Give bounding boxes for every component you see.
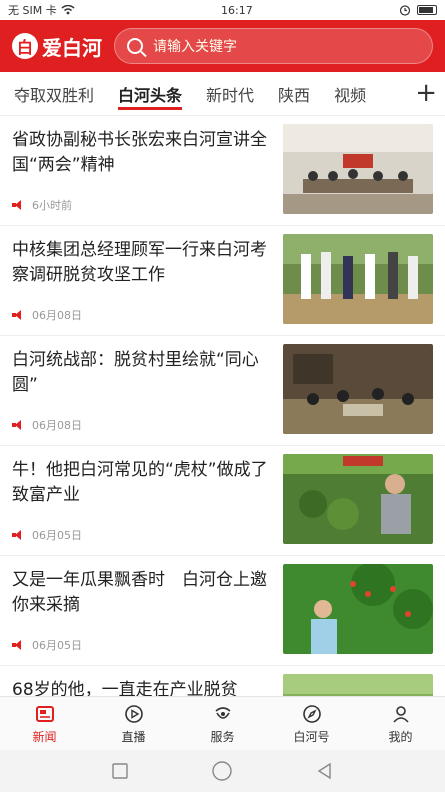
- news-title[interactable]: 白河统战部：脱贫村里绘就“同心圆”: [12, 348, 274, 398]
- news-item[interactable]: 又是一年瓜果飘香时 白河仓上邀你来采摘 06月05日: [0, 556, 445, 666]
- add-channel-plus-icon[interactable]: +: [415, 80, 437, 106]
- channel-tabs: 夺取双胜利 白河头条 新时代 陕西 视频 +: [0, 72, 445, 116]
- app-header: 白 爱白河 请输入关键字: [0, 20, 445, 72]
- village-meeting-photo[interactable]: [283, 344, 433, 434]
- live-icon: [124, 704, 143, 723]
- news-title[interactable]: 省政协副秘书长张宏来白河宣讲全国“两会”精神: [12, 128, 274, 178]
- compass-icon: [302, 704, 321, 723]
- tab-service-label: 服务: [210, 729, 235, 744]
- search-icon: [127, 38, 143, 54]
- news-time: 6小时前: [32, 199, 72, 212]
- tab-profile-label: 我的: [388, 729, 413, 744]
- news-meta: 06月05日: [12, 527, 82, 543]
- news-item[interactable]: 中核集团总经理顾军一行来白河考察调研脱贫攻坚工作 06月08日: [0, 226, 445, 336]
- news-time: 06月08日: [32, 419, 82, 432]
- home-circle-icon[interactable]: [211, 760, 233, 782]
- tab-service[interactable]: 服务: [178, 697, 267, 750]
- news-item[interactable]: 省政协副秘书长张宏来白河宣讲全国“两会”精神 6小时前: [0, 116, 445, 226]
- news-item[interactable]: 白河统战部：脱贫村里绘就“同心圆” 06月08日: [0, 336, 445, 446]
- speaker-icon[interactable]: [12, 200, 24, 210]
- tab-channel[interactable]: 夺取双胜利: [14, 72, 94, 116]
- speaker-icon[interactable]: [12, 530, 24, 540]
- news-title[interactable]: 中核集团总经理顾军一行来白河考察调研脱贫攻坚工作: [12, 238, 274, 288]
- news-icon: [35, 705, 54, 722]
- carrier-label: 无 SIM 卡: [8, 4, 57, 17]
- logo-mark-icon: 白: [12, 33, 38, 59]
- bottom-tab-bar: 新闻 直播 服务 白河号 我的: [0, 696, 445, 750]
- service-icon: [214, 706, 231, 719]
- tab-baihe-hao-label: 白河号: [293, 729, 330, 744]
- tab-news-label: 新闻: [32, 729, 57, 744]
- news-time: 06月08日: [32, 309, 82, 322]
- plant-farmer-photo[interactable]: [283, 454, 433, 544]
- tab-channel-active[interactable]: 白河头条: [118, 72, 183, 116]
- battery-icon: [416, 5, 437, 15]
- tab-profile[interactable]: 我的: [356, 697, 445, 750]
- status-bar: 无 SIM 卡 16:17: [0, 0, 445, 20]
- alarm-icon: [399, 5, 411, 16]
- speaker-icon[interactable]: [12, 420, 24, 430]
- tab-channel[interactable]: 新时代: [206, 72, 254, 116]
- news-time: 06月05日: [32, 529, 82, 542]
- tab-baihe-hao[interactable]: 白河号: [267, 697, 356, 750]
- news-item[interactable]: 牛！他把白河常见的“虎杖”做成了致富产业 06月05日: [0, 446, 445, 556]
- system-nav-bar: [0, 750, 445, 792]
- news-meta: 06月08日: [12, 417, 82, 433]
- app-logo[interactable]: 白 爱白河: [12, 32, 102, 61]
- recent-apps-square-icon[interactable]: [111, 762, 129, 780]
- news-time: 06月05日: [32, 639, 82, 652]
- profile-icon: [392, 705, 409, 723]
- news-meta: 06月08日: [12, 307, 82, 323]
- news-title[interactable]: 又是一年瓜果飘香时 白河仓上邀你来采摘: [12, 568, 274, 618]
- news-title[interactable]: 牛！他把白河常见的“虎杖”做成了致富产业: [12, 458, 274, 508]
- tab-live[interactable]: 直播: [89, 697, 178, 750]
- field-visit-photo[interactable]: [283, 234, 433, 324]
- orchard-photo[interactable]: [283, 674, 433, 696]
- news-meta: 6小时前: [12, 197, 72, 213]
- news-feed: 省政协副秘书长张宏来白河宣讲全国“两会”精神 6小时前 中核集团总经理顾军一行来…: [0, 116, 445, 696]
- tab-news[interactable]: 新闻: [0, 697, 89, 750]
- search-bar[interactable]: 请输入关键字: [114, 28, 433, 64]
- wifi-icon: [61, 5, 75, 15]
- tab-channel[interactable]: 陕西: [278, 72, 310, 116]
- news-meta: 06月05日: [12, 637, 82, 653]
- fruit-picking-photo[interactable]: [283, 564, 433, 654]
- logo-text: 爱白河: [42, 35, 102, 60]
- speaker-icon[interactable]: [12, 310, 24, 320]
- tab-live-label: 直播: [121, 729, 146, 744]
- tab-channel[interactable]: 视频: [334, 72, 366, 116]
- news-item[interactable]: 68岁的他，一直走在产业脱贫: [0, 666, 445, 696]
- meeting-photo[interactable]: [283, 124, 433, 214]
- news-title[interactable]: 68岁的他，一直走在产业脱贫: [12, 678, 274, 696]
- back-triangle-icon[interactable]: [316, 762, 334, 780]
- speaker-icon[interactable]: [12, 640, 24, 650]
- clock: 16:17: [221, 3, 253, 17]
- search-placeholder[interactable]: 请输入关键字: [153, 36, 237, 56]
